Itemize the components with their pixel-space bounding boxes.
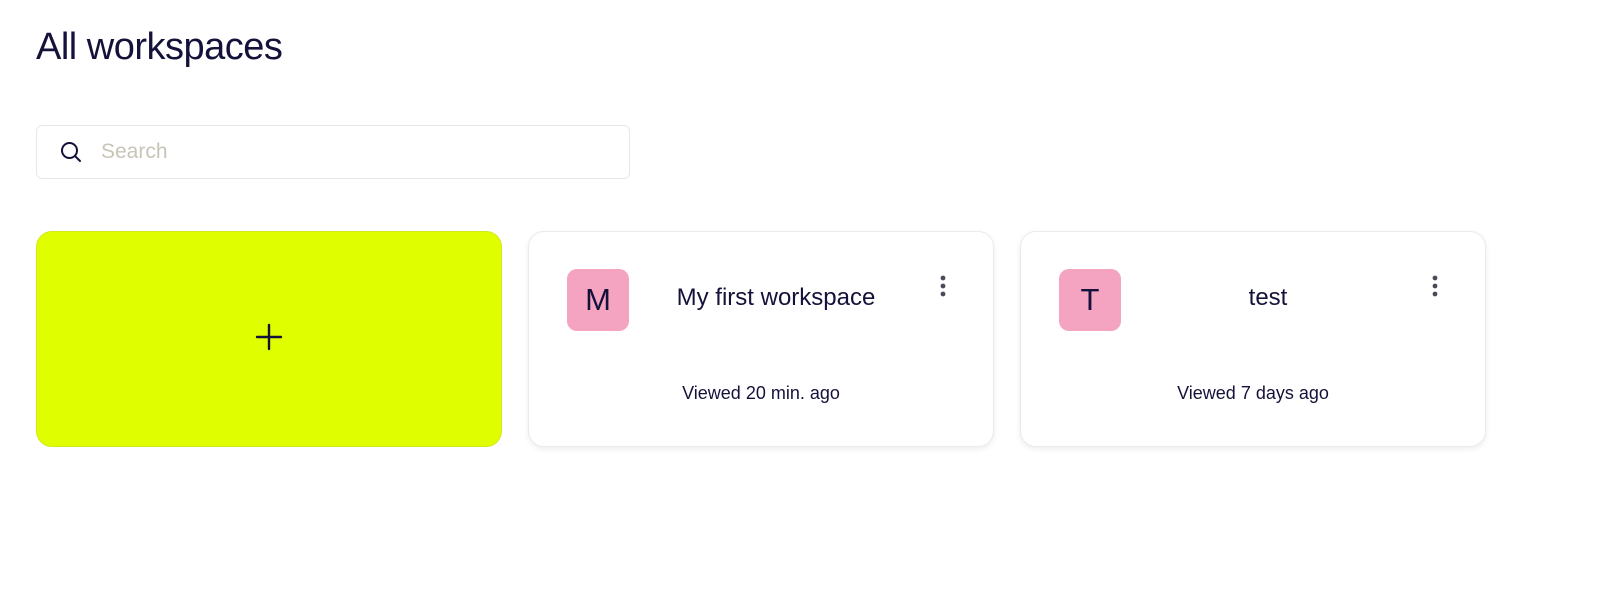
plus-icon	[255, 323, 283, 356]
workspace-last-viewed: Viewed 20 min. ago	[682, 383, 840, 403]
workspaces-page: All workspaces M My first workspace	[0, 0, 1600, 593]
workspace-more-button[interactable]	[1425, 274, 1445, 302]
workspace-avatar: M	[567, 269, 629, 331]
create-workspace-button[interactable]	[36, 231, 502, 447]
workspace-name: test	[1248, 284, 1288, 311]
workspace-name: My first workspace	[676, 284, 876, 311]
workspace-card[interactable]: T test Viewed 7 days ago	[1020, 231, 1486, 447]
search-box[interactable]	[36, 125, 630, 179]
more-vertical-icon	[940, 275, 946, 302]
search-icon	[59, 140, 83, 164]
workspace-avatar: T	[1059, 269, 1121, 331]
search-input[interactable]	[99, 139, 603, 165]
workspace-last-viewed: Viewed 7 days ago	[1177, 383, 1329, 403]
more-vertical-icon	[1432, 275, 1438, 302]
page-title: All workspaces	[36, 26, 283, 68]
workspace-card[interactable]: M My first workspace Viewed 20 min. ago	[528, 231, 994, 447]
workspace-more-button[interactable]	[933, 274, 953, 302]
